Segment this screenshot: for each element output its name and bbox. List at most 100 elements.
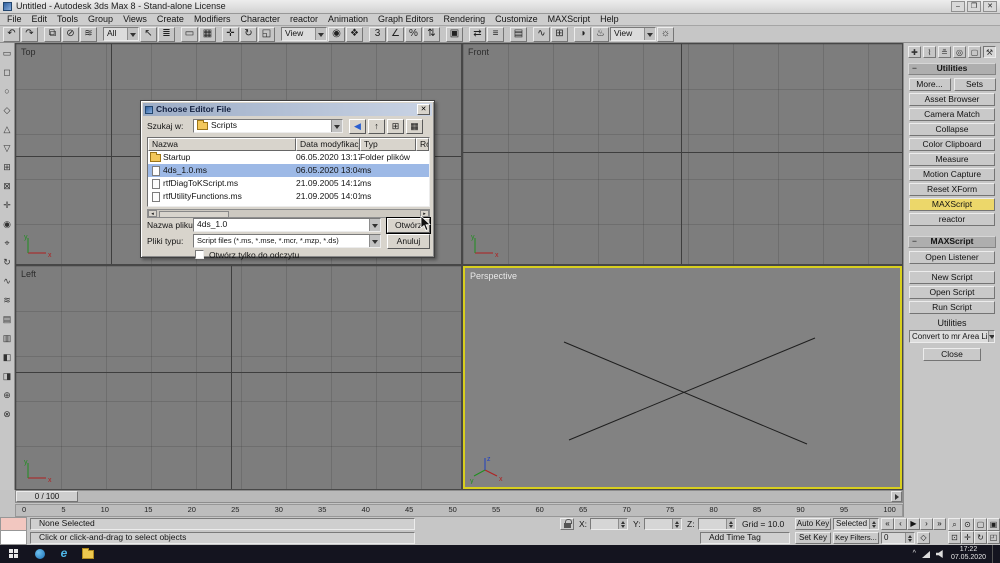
- auto-key-button[interactable]: Auto Key: [795, 518, 831, 530]
- sets-button[interactable]: Sets: [954, 78, 996, 91]
- select-by-name-button[interactable]: ≣: [158, 27, 175, 42]
- left-tool-icon[interactable]: ▤: [1, 313, 13, 325]
- schematic-view-button[interactable]: ⊞: [551, 27, 568, 42]
- next-frame-button[interactable]: ›: [920, 518, 933, 530]
- network-icon[interactable]: [922, 551, 930, 558]
- menu-animation[interactable]: Animation: [323, 14, 373, 24]
- menu-reactor[interactable]: reactor: [285, 14, 323, 24]
- unlink-selection-button[interactable]: ⊘: [62, 27, 79, 42]
- viewport-left[interactable]: Left x y: [16, 266, 461, 489]
- viewport-label[interactable]: Perspective: [470, 271, 517, 281]
- menu-file[interactable]: File: [2, 14, 27, 24]
- bind-to-spacewarp-button[interactable]: ≋: [80, 27, 97, 42]
- time-slider-handle[interactable]: 0 / 100: [16, 491, 78, 502]
- start-button[interactable]: [0, 545, 28, 563]
- left-tool-icon[interactable]: ◇: [1, 104, 13, 116]
- taskbar-edge-icon[interactable]: e: [52, 545, 76, 563]
- maximize-viewport-button[interactable]: ◰: [987, 531, 1000, 544]
- minimize-button[interactable]: –: [951, 1, 965, 12]
- render-scene-button[interactable]: ♨: [592, 27, 609, 42]
- left-tool-icon[interactable]: ↻: [1, 256, 13, 268]
- look-in-dropdown[interactable]: Scripts: [193, 119, 343, 133]
- menu-graph-editors[interactable]: Graph Editors: [373, 14, 439, 24]
- listener-macro-row[interactable]: [0, 517, 27, 531]
- left-tool-icon[interactable]: ◉: [1, 218, 13, 230]
- menu-create[interactable]: Create: [152, 14, 189, 24]
- menu-maxscript[interactable]: MAXScript: [543, 14, 596, 24]
- tab-create-icon[interactable]: ✚: [908, 46, 921, 58]
- listener-script-row[interactable]: [0, 531, 27, 545]
- time-slider-track[interactable]: [78, 491, 891, 502]
- angle-snap-button[interactable]: ∠: [387, 27, 404, 42]
- viewport-label[interactable]: Front: [468, 47, 489, 57]
- close-button[interactable]: ✕: [983, 1, 997, 12]
- menu-views[interactable]: Views: [118, 14, 152, 24]
- viewport-label[interactable]: Left: [21, 269, 36, 279]
- tab-hierarchy-icon[interactable]: ≞: [938, 46, 951, 58]
- x-coordinate-field[interactable]: [590, 518, 628, 530]
- tray-clock[interactable]: 17:22 07.05.2020: [951, 546, 986, 562]
- y-coordinate-field[interactable]: [644, 518, 682, 530]
- curve-editor-button[interactable]: ∿: [533, 27, 550, 42]
- file-name-input[interactable]: 4ds_1.0: [193, 218, 381, 232]
- color-clipboard-button[interactable]: Color Clipboard: [909, 138, 995, 151]
- set-key-button[interactable]: Set Key: [795, 532, 831, 544]
- column-header-name[interactable]: Nazwa: [148, 138, 296, 151]
- new-script-button[interactable]: New Script: [909, 271, 995, 284]
- left-tool-icon[interactable]: ▥: [1, 332, 13, 344]
- select-object-button[interactable]: ↖: [140, 27, 157, 42]
- dialog-close-button[interactable]: ✕: [417, 104, 430, 115]
- left-tool-icon[interactable]: ⊗: [1, 408, 13, 420]
- undo-button[interactable]: ↶: [3, 27, 20, 42]
- file-row[interactable]: Startup 06.05.2020 13:17 Folder plików: [148, 151, 429, 164]
- left-tool-icon[interactable]: ▽: [1, 142, 13, 154]
- left-tool-icon[interactable]: ⌖: [1, 237, 13, 249]
- show-desktop-button[interactable]: [992, 545, 996, 563]
- tab-display-icon[interactable]: ▢: [968, 46, 981, 58]
- track-bar[interactable]: 0 5 10 15 20 25 30 35 40 45 50 55 60 65 …: [15, 504, 903, 517]
- maxscript-mini-listener[interactable]: [0, 517, 27, 545]
- more-button[interactable]: More...: [909, 78, 951, 91]
- cancel-button[interactable]: Anuluj: [387, 234, 430, 249]
- readonly-checkbox-label[interactable]: Otwórz tylko do odczytu: [209, 251, 299, 261]
- maxscript-rollout-header[interactable]: − MAXScript: [908, 236, 996, 248]
- left-tool-icon[interactable]: ○: [1, 85, 13, 97]
- select-and-link-button[interactable]: ⧉: [44, 27, 61, 42]
- material-editor-button[interactable]: ◑: [574, 27, 591, 42]
- menu-group[interactable]: Group: [83, 14, 118, 24]
- volume-icon[interactable]: [936, 550, 945, 558]
- open-script-button[interactable]: Open Script: [909, 286, 995, 299]
- spinner-snap-button[interactable]: ⇅: [423, 27, 440, 42]
- scroll-left-arrow-icon[interactable]: ◂: [148, 210, 157, 217]
- file-row[interactable]: rtfDiagToKScript.ms 21.09.2005 14:12 ms: [148, 177, 429, 190]
- align-button[interactable]: ≡: [487, 27, 504, 42]
- file-row-selected[interactable]: 4ds_1.0.ms 06.05.2020 13:04 ms: [148, 164, 429, 177]
- zoom-button[interactable]: ⌕: [948, 518, 961, 531]
- menu-help[interactable]: Help: [595, 14, 624, 24]
- open-listener-button[interactable]: Open Listener: [909, 251, 995, 264]
- left-tool-icon[interactable]: ⊞: [1, 161, 13, 173]
- taskbar-browser-icon[interactable]: [28, 545, 52, 563]
- left-tool-icon[interactable]: ⊕: [1, 389, 13, 401]
- viewport-front[interactable]: Front x y: [463, 44, 902, 264]
- play-button[interactable]: ▶: [907, 518, 920, 530]
- zoom-extents-all-button[interactable]: ▣: [987, 518, 1000, 531]
- tab-utilities-icon[interactable]: ⚒: [983, 46, 996, 58]
- readonly-checkbox[interactable]: [195, 250, 204, 259]
- select-and-move-button[interactable]: ✛: [222, 27, 239, 42]
- left-tool-icon[interactable]: ◧: [1, 351, 13, 363]
- percent-snap-button[interactable]: %: [405, 27, 422, 42]
- left-tool-icon[interactable]: ≋: [1, 294, 13, 306]
- file-row[interactable]: rtfUtilityFunctions.ms 21.09.2005 14:01 …: [148, 190, 429, 203]
- view-menu-button[interactable]: ▦: [406, 119, 423, 134]
- close-utility-button[interactable]: Close: [923, 348, 981, 361]
- layer-manager-button[interactable]: ▤: [510, 27, 527, 42]
- menu-tools[interactable]: Tools: [52, 14, 83, 24]
- camera-match-button[interactable]: Camera Match: [909, 108, 995, 121]
- window-crossing-button[interactable]: ▦: [199, 27, 216, 42]
- redo-button[interactable]: ↷: [21, 27, 38, 42]
- key-filters-button[interactable]: Key Filters...: [833, 532, 879, 544]
- maximize-button[interactable]: ❐: [967, 1, 981, 12]
- next-frame-nudge-button[interactable]: [891, 491, 902, 502]
- left-tool-icon[interactable]: ◨: [1, 370, 13, 382]
